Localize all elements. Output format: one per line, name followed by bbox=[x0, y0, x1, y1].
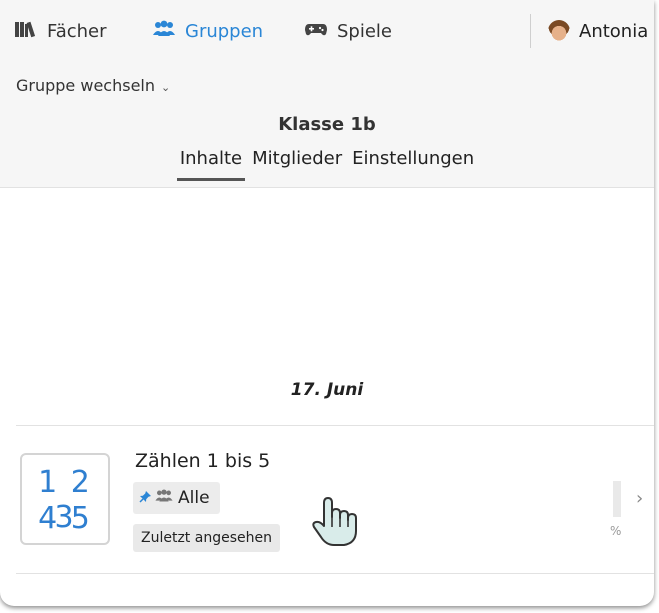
status-badge: Zuletzt angesehen bbox=[133, 524, 280, 552]
divider bbox=[16, 425, 654, 426]
timeline-date: 17. Juni bbox=[290, 380, 364, 400]
nav-games-label: Spiele bbox=[337, 20, 393, 42]
group-title: Klasse 1b bbox=[278, 114, 376, 135]
nav-groups-label: Gruppen bbox=[185, 20, 264, 42]
tab-settings[interactable]: Einstellungen bbox=[347, 148, 479, 184]
divider bbox=[16, 573, 654, 574]
group-switcher-label: Gruppe wechseln bbox=[16, 76, 155, 95]
avatar bbox=[548, 20, 570, 42]
audience-badge: Alle bbox=[133, 482, 220, 514]
thumbnail-line-2: 4 5 bbox=[38, 501, 92, 536]
group-switcher[interactable]: Gruppe wechseln ⌄ bbox=[16, 76, 170, 95]
nav-games[interactable]: Spiele bbox=[304, 0, 392, 62]
gamepad-icon bbox=[304, 20, 328, 43]
user-menu[interactable]: Antonia bbox=[548, 0, 648, 62]
group-header: Gruppe wechseln ⌄ Klasse 1b Inhalte Mitgl… bbox=[0, 62, 654, 188]
progress-label: % bbox=[610, 524, 622, 538]
progress-bar bbox=[613, 481, 621, 517]
pin-icon bbox=[139, 490, 152, 507]
nav-groups[interactable]: Gruppen bbox=[152, 0, 263, 62]
chevron-down-icon: ⌄ bbox=[161, 81, 171, 94]
tab-contents[interactable]: Inhalte bbox=[175, 148, 247, 184]
chevron-right-icon[interactable]: › bbox=[636, 488, 643, 509]
users-icon bbox=[152, 20, 176, 43]
top-navigation: Fächer Gruppen Spiele Antonia bbox=[0, 0, 654, 63]
content-thumbnail[interactable]: 1 2 3 4 5 bbox=[20, 453, 110, 545]
nav-subjects-label: Fächer bbox=[47, 20, 107, 42]
books-icon bbox=[14, 20, 38, 43]
users-icon bbox=[154, 488, 174, 508]
nav-subjects[interactable]: Fächer bbox=[14, 0, 107, 62]
content-title[interactable]: Zählen 1 bis 5 bbox=[135, 450, 270, 472]
user-name: Antonia bbox=[579, 20, 649, 42]
hand-pointer-icon bbox=[310, 495, 362, 553]
nav-divider bbox=[530, 14, 531, 48]
group-tabs: Inhalte Mitglieder Einstellungen bbox=[0, 148, 654, 184]
tab-members[interactable]: Mitglieder bbox=[247, 148, 347, 184]
app-window: Fächer Gruppen Spiele Antonia Gruppe wec… bbox=[0, 0, 654, 606]
audience-label: Alle bbox=[178, 488, 210, 508]
